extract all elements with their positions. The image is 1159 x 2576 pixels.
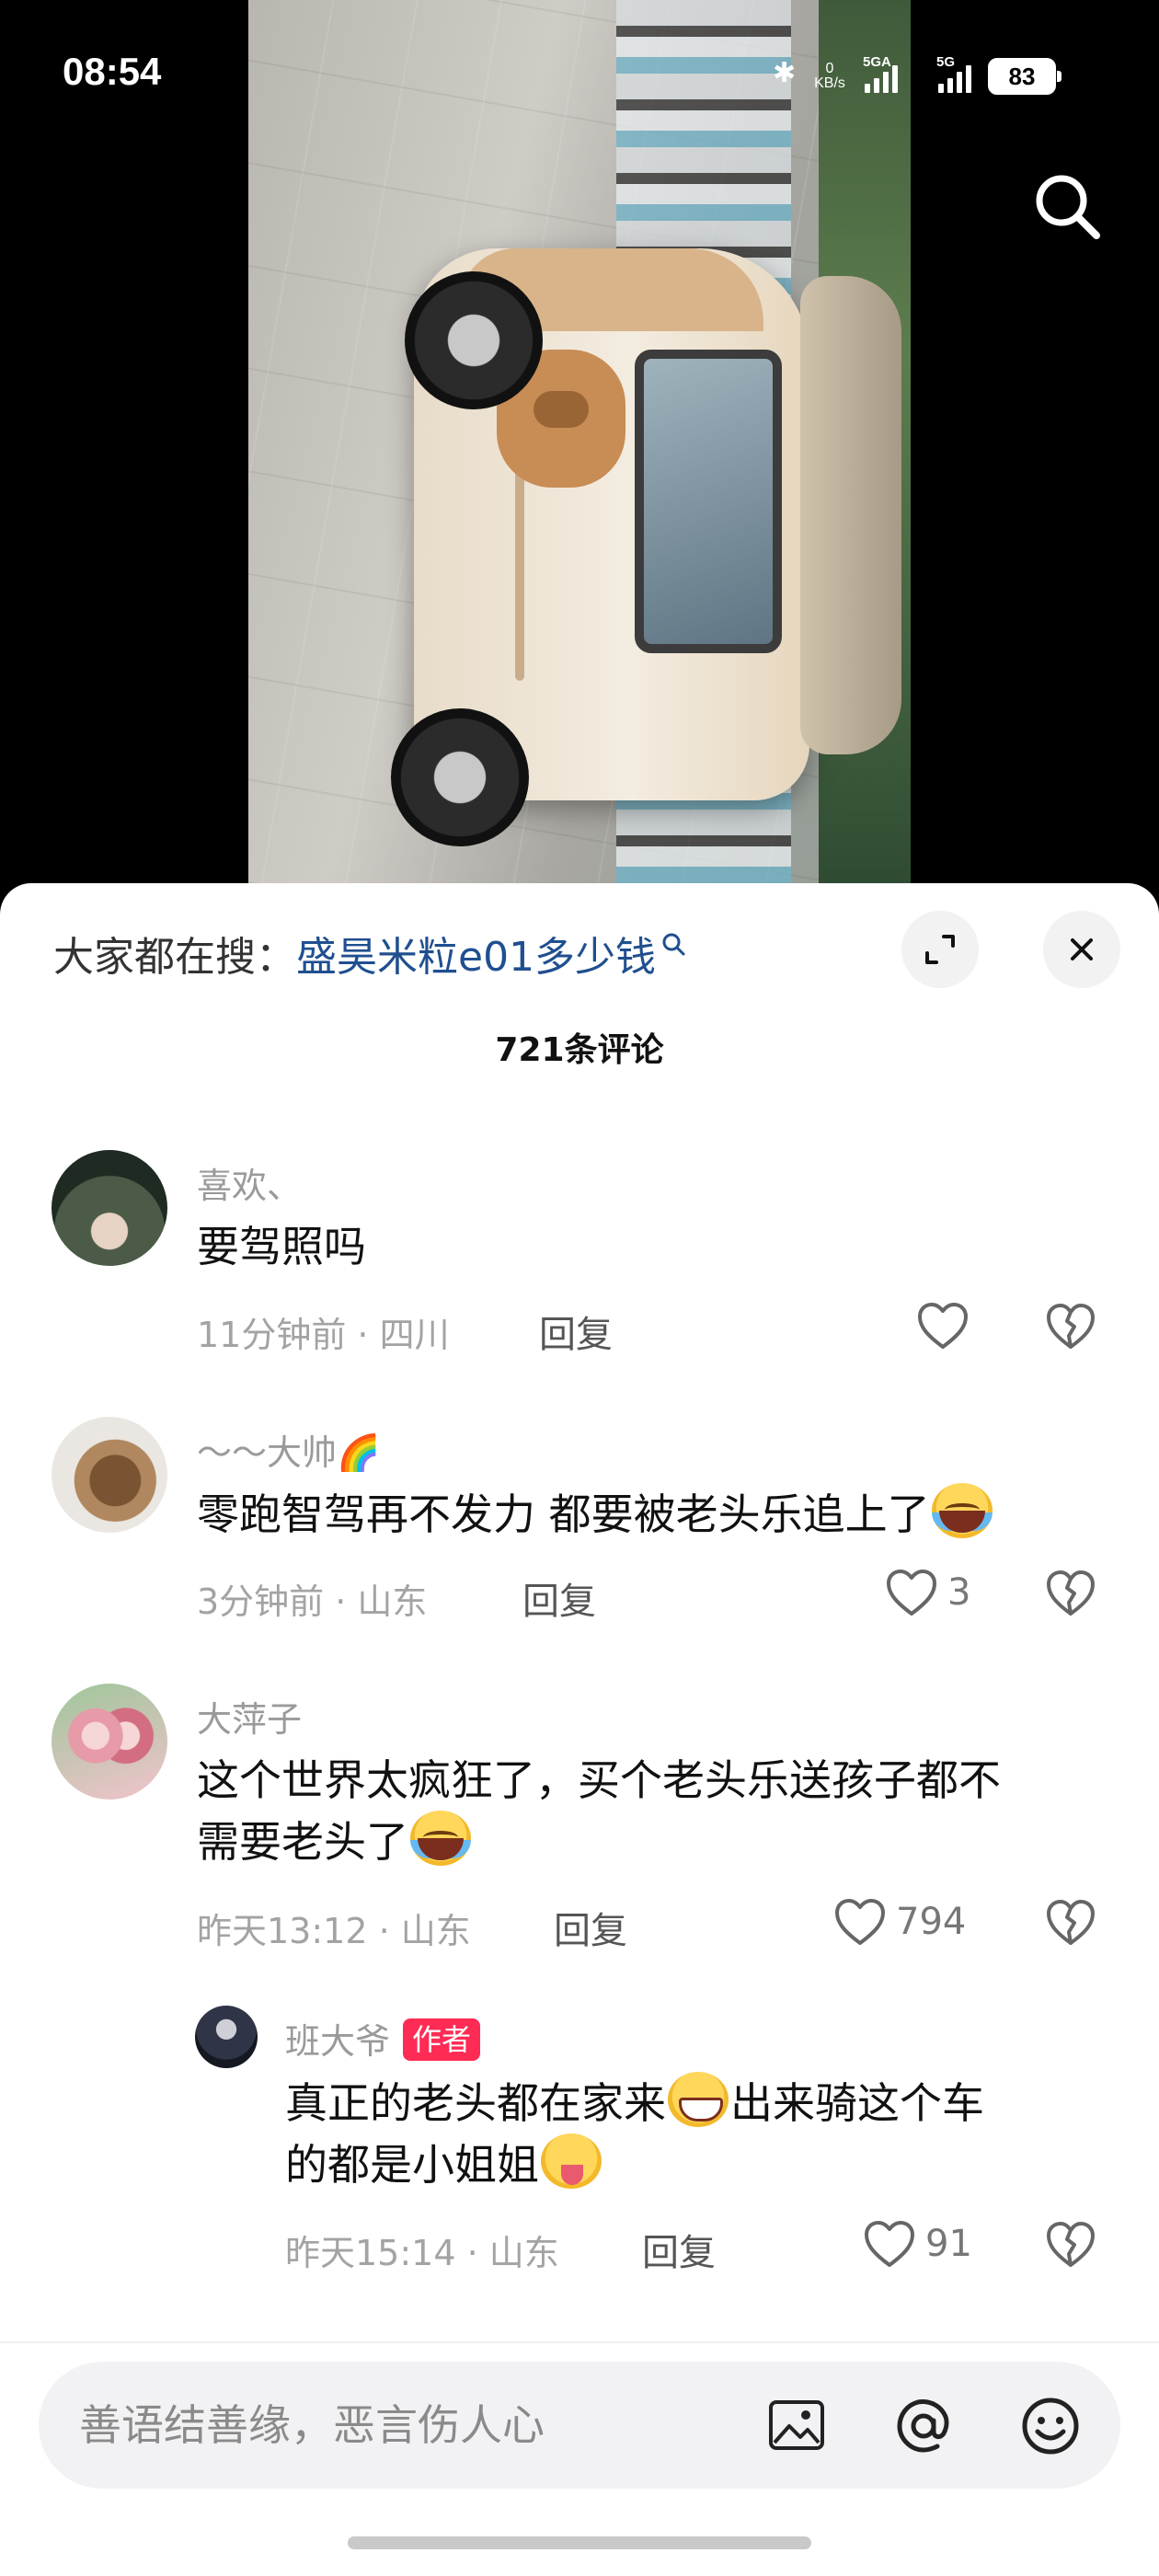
video-car-front: [800, 276, 901, 754]
avatar[interactable]: [52, 1150, 167, 1266]
like-button[interactable]: 91: [863, 2219, 972, 2269]
close-button[interactable]: [1043, 911, 1120, 988]
heart-icon: [918, 1303, 968, 1349]
comment-text-line: 的都是小姐姐: [285, 2140, 539, 2190]
crying-emoji-icon: [931, 1483, 993, 1538]
like-count: 794: [896, 1901, 967, 1943]
signal-label: 5G: [936, 54, 956, 70]
comment-author[interactable]: 喜欢、: [197, 1157, 302, 1208]
network-speed-value: 0: [825, 61, 834, 76]
home-indicator[interactable]: [348, 2536, 811, 2549]
tongue-emoji-icon: [541, 2133, 602, 2189]
like-button[interactable]: 3: [885, 1568, 970, 1617]
comment-input-area: [0, 2341, 1159, 2576]
comment-time-location: 昨天15:14 · 山东: [285, 2233, 559, 2273]
search-suggestion-query[interactable]: 盛昊米粒e01多少钱: [296, 924, 656, 983]
network-speed: 0 KB/s: [811, 62, 848, 91]
crying-emoji-icon: [410, 1811, 471, 1866]
at-icon[interactable]: [892, 2395, 955, 2457]
comment-text-line: 这个世界太疯狂了，买个老头乐送孩子都不: [197, 1755, 1001, 1805]
expand-icon: [925, 935, 955, 964]
network-speed-unit: KB/s: [814, 75, 845, 91]
comment-text[interactable]: 要驾照吗: [197, 1216, 366, 1277]
comment-text-content: 零跑智驾再不发力 都要被老头乐追上了: [197, 1489, 930, 1539]
reply-button[interactable]: 回复: [642, 2223, 716, 2276]
comment-author-name: 班大爷: [285, 2021, 391, 2062]
expand-button[interactable]: [901, 911, 979, 988]
grinning-emoji-icon: [668, 2072, 729, 2127]
comment-input[interactable]: [79, 2389, 723, 2461]
video-car-wheel: [405, 271, 543, 409]
comment-text-line: 真正的老头都在家来: [285, 2078, 666, 2128]
search-icon: [662, 933, 685, 956]
emoji-icon[interactable]: [1019, 2395, 1082, 2457]
heart-icon: [865, 2221, 914, 2267]
comment-sheet: 大家都在搜： 盛昊米粒e01多少钱 721条评论 喜欢、 要驾照吗 11分钟前 …: [0, 883, 1159, 2576]
avatar[interactable]: [195, 2006, 258, 2068]
close-icon: [1071, 938, 1093, 960]
bluetooth-icon: [773, 57, 796, 92]
search-suggestion[interactable]: 大家都在搜： 盛昊米粒e01多少钱: [53, 924, 687, 983]
video-car-window: [635, 350, 782, 653]
status-bar: 08:54 0 KB/s 5GA 5G 83: [0, 0, 1159, 156]
signal-icon: 5GA: [863, 54, 898, 93]
image-icon[interactable]: [765, 2395, 828, 2457]
avatar[interactable]: [52, 1684, 167, 1800]
reply-button[interactable]: 回复: [554, 1901, 627, 1954]
comment-text[interactable]: 真正的老头都在家来 出来骑这个车 的都是小姐姐: [285, 2072, 1113, 2195]
like-button[interactable]: 794: [833, 1897, 966, 1947]
comment-text-line: 出来骑这个车: [730, 2078, 984, 2128]
broken-heart-icon[interactable]: [1045, 1568, 1096, 1619]
comment-time-location: 3分钟前 · 山东: [197, 1581, 428, 1622]
broken-heart-icon[interactable]: [1045, 1301, 1096, 1352]
broken-heart-icon[interactable]: [1045, 1897, 1096, 1949]
like-count: 91: [925, 2223, 972, 2265]
comment-text-line: 需要老头了: [197, 1817, 408, 1867]
heart-icon: [887, 1570, 936, 1616]
battery-indicator: 83: [988, 58, 1061, 95]
status-time: 08:54: [63, 50, 162, 93]
broken-heart-icon[interactable]: [1045, 2219, 1096, 2271]
like-button[interactable]: [916, 1301, 979, 1351]
comment-author[interactable]: 班大爷 作者: [285, 2013, 481, 2064]
like-count: 3: [947, 1571, 971, 1614]
comment-author[interactable]: 大萍子: [197, 1691, 302, 1742]
comment-time-location: 11分钟前 · 四川: [197, 1315, 450, 1355]
comment-text[interactable]: 这个世界太疯狂了，买个老头乐送孩子都不 需要老头了: [197, 1750, 1117, 1872]
reply-button[interactable]: 回复: [522, 1571, 596, 1625]
comment-text[interactable]: 零跑智驾再不发力 都要被老头乐追上了: [197, 1483, 994, 1545]
comment-time-location: 昨天13:12 · 山东: [197, 1911, 471, 1951]
search-icon[interactable]: [1028, 167, 1106, 245]
search-suggestion-prefix: 大家都在搜：: [53, 934, 296, 981]
heart-icon: [835, 1899, 885, 1945]
comment-count: 721条评论: [495, 1031, 664, 1069]
video-car-wheel: [391, 708, 529, 846]
signal-icon: 5G: [936, 54, 971, 93]
avatar[interactable]: [52, 1417, 167, 1533]
status-icons: 0 KB/s 5GA 5G 83: [773, 54, 1061, 98]
reply-button[interactable]: 回复: [539, 1305, 613, 1358]
comment-author[interactable]: ～～大帅🌈: [197, 1424, 380, 1475]
author-badge: 作者: [403, 2018, 481, 2061]
signal-label: 5GA: [863, 54, 891, 70]
comment-input-bar[interactable]: [39, 2362, 1120, 2489]
